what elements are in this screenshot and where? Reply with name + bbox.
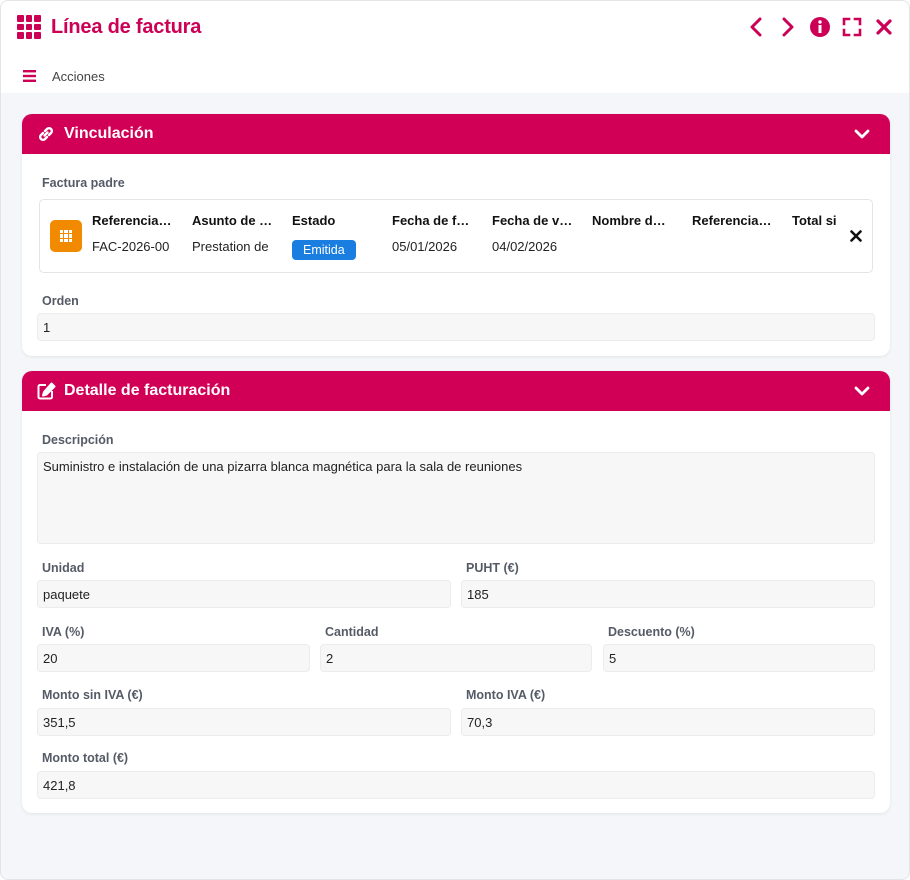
- parent-invoice-label: Factura padre: [42, 176, 125, 190]
- close-icon[interactable]: [873, 16, 895, 38]
- window-header: Línea de factura Acciones: [1, 1, 909, 93]
- monto-iva-field[interactable]: 70,3: [461, 708, 875, 736]
- edit-icon: [36, 381, 56, 401]
- column-header: Fecha de f…: [392, 213, 470, 228]
- orden-field[interactable]: 1: [37, 313, 875, 341]
- unidad-field[interactable]: paquete: [37, 580, 451, 608]
- monto-sin-iva-label: Monto sin IVA (€): [42, 688, 143, 702]
- column-header: Asunto de …: [192, 213, 273, 228]
- hamburger-icon: [23, 70, 36, 82]
- column-header: Referencia…: [692, 213, 772, 228]
- descuento-field[interactable]: 5: [603, 644, 875, 672]
- next-icon[interactable]: [777, 16, 799, 38]
- info-icon[interactable]: [809, 16, 831, 38]
- column-header: Nombre d…: [592, 213, 666, 228]
- billing-detail-header[interactable]: Detalle de facturación: [22, 371, 890, 411]
- column-header: Referencia…: [92, 213, 172, 228]
- invoice-line-window: Línea de factura Acciones Vinculación Fa…: [0, 0, 910, 880]
- fullscreen-icon[interactable]: [841, 16, 863, 38]
- actions-label: Acciones: [52, 68, 105, 84]
- column-header: Estado: [292, 213, 336, 228]
- cantidad-label: Cantidad: [325, 625, 379, 639]
- status-badge: Emitida: [292, 240, 356, 260]
- vinculacion-header[interactable]: Vinculación: [22, 114, 890, 154]
- parent-invoice-reference[interactable]: Referencia… Asunto de … Estado Fecha de …: [39, 199, 873, 273]
- iva-field[interactable]: 20: [37, 644, 310, 672]
- apps-grid-icon[interactable]: [17, 15, 41, 39]
- title-row: Línea de factura: [17, 13, 201, 41]
- cantidad-field[interactable]: 2: [320, 644, 592, 672]
- orden-label: Orden: [42, 294, 79, 308]
- chevron-down-icon[interactable]: [852, 124, 872, 144]
- puht-label: PUHT (€): [466, 561, 519, 575]
- invoice-date-value: 05/01/2026: [392, 239, 458, 254]
- puht-field[interactable]: 185: [461, 580, 875, 608]
- monto-total-label: Monto total (€): [42, 751, 129, 765]
- actions-menu[interactable]: Acciones: [23, 67, 105, 85]
- unidad-label: Unidad: [42, 561, 85, 575]
- monto-sin-iva-field[interactable]: 351,5: [37, 708, 451, 736]
- descripcion-label: Descripción: [42, 433, 114, 447]
- column-header: Fecha de v…: [492, 213, 573, 228]
- monto-total-field[interactable]: 421,8: [37, 771, 875, 799]
- header-controls: [745, 15, 895, 39]
- remove-reference-icon[interactable]: [848, 228, 864, 244]
- billing-detail-title: Detalle de facturación: [64, 382, 231, 399]
- previous-icon[interactable]: [745, 16, 767, 38]
- invoice-thumbnail-icon: [50, 220, 82, 252]
- reference-value: FAC-2026-00: [92, 239, 170, 254]
- vinculacion-section: Vinculación Factura padre Referencia… As…: [22, 114, 890, 356]
- descuento-label: Descuento (%): [608, 625, 695, 639]
- billing-detail-section: Detalle de facturación Descripción Sumin…: [22, 371, 890, 813]
- chevron-down-icon[interactable]: [852, 381, 872, 401]
- link-icon: [36, 124, 56, 144]
- window-title: Línea de factura: [51, 15, 202, 38]
- monto-iva-label: Monto IVA (€): [466, 688, 546, 702]
- iva-label: IVA (%): [42, 625, 85, 639]
- subject-value: Prestation de: [192, 239, 269, 254]
- due-date-value: 04/02/2026: [492, 239, 558, 254]
- descripcion-field[interactable]: Suministro e instalación de una pizarra …: [37, 452, 875, 544]
- column-header: Total si: [792, 213, 837, 228]
- vinculacion-title: Vinculación: [64, 125, 154, 142]
